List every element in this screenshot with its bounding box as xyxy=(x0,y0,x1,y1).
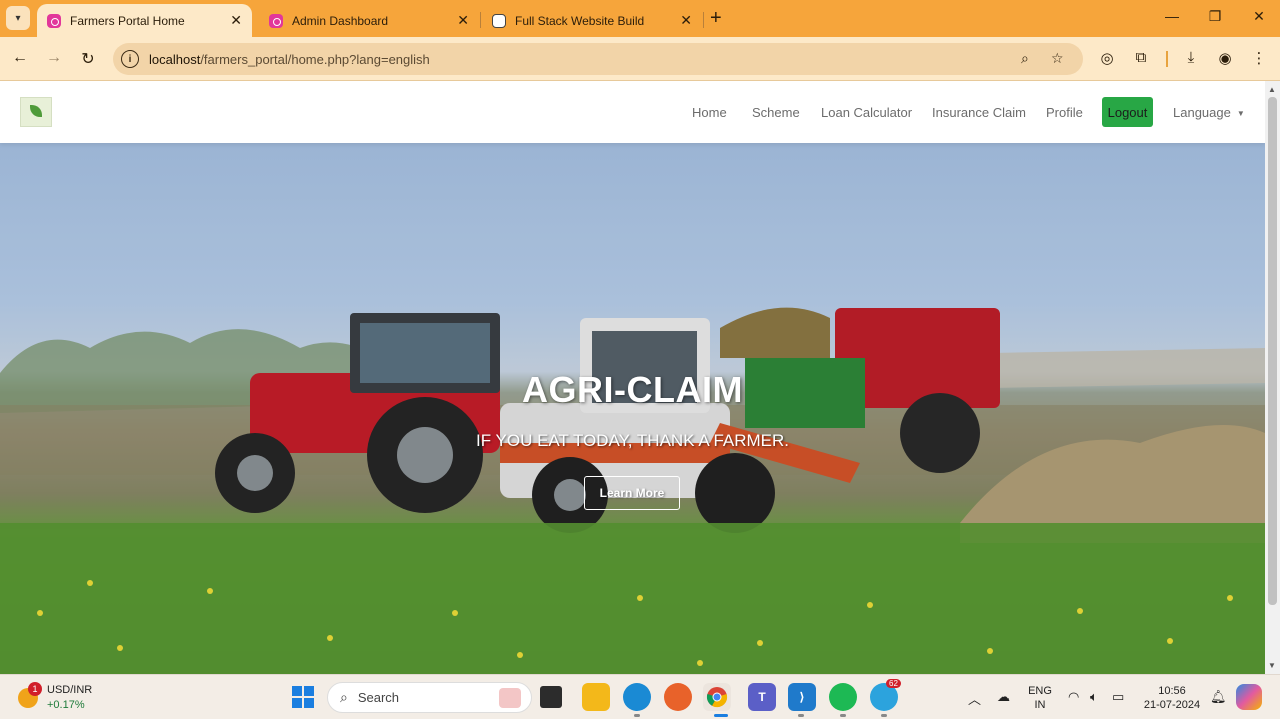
active-indicator xyxy=(714,714,728,717)
forward-arrow-icon[interactable]: → xyxy=(44,49,64,67)
restore-icon[interactable]: ❐ xyxy=(1205,8,1225,25)
site-favicon-icon xyxy=(269,13,283,28)
close-tab-icon[interactable]: ✕ xyxy=(230,12,242,29)
clock-date: 21-07-2024 xyxy=(1143,699,1201,711)
webpage-viewport: Home Scheme Loan Calculator Insurance Cl… xyxy=(0,81,1265,674)
currency-widget[interactable]: 1 USD/INR +0.17% xyxy=(18,682,93,713)
scroll-thumb[interactable] xyxy=(1268,97,1277,605)
chrome-icon[interactable] xyxy=(703,683,731,711)
spotify-icon[interactable] xyxy=(829,683,857,711)
taskbar-search[interactable]: ⌕ Search xyxy=(327,682,532,713)
battery-icon[interactable]: ▭ xyxy=(1112,689,1124,705)
running-indicator xyxy=(798,714,804,717)
download-icon[interactable]: ⤓ xyxy=(1180,49,1202,66)
address-bar[interactable]: i localhost/farmers_portal/home.php?lang… xyxy=(113,43,1083,75)
hero-title: AGRI-CLAIM xyxy=(522,369,743,410)
tab-divider xyxy=(703,12,704,28)
nav-language-dropdown[interactable]: Language ▼ xyxy=(1173,105,1245,120)
url-text[interactable]: localhost/farmers_portal/home.php?lang=e… xyxy=(149,52,430,67)
running-indicator xyxy=(840,714,846,717)
windows-start-icon[interactable] xyxy=(292,686,314,708)
kebab-menu-icon[interactable]: ⋮ xyxy=(1248,49,1270,67)
clock-time: 10:56 xyxy=(1158,685,1186,697)
nav-insurance-claim[interactable]: Insurance Claim xyxy=(932,105,1026,120)
currency-change: +0.17% xyxy=(47,699,85,711)
zoom-icon[interactable]: ⌕ xyxy=(1021,50,1029,67)
notification-bell-icon[interactable]: 🔔︎ xyxy=(1210,689,1227,705)
reload-icon[interactable]: ↻ xyxy=(78,49,98,69)
tab-title: Full Stack Website Build xyxy=(515,13,645,28)
extensions-puzzle-icon[interactable]: ⧉ xyxy=(1130,49,1152,66)
search-icon: ⌕ xyxy=(340,689,348,705)
edge-browser-icon[interactable] xyxy=(623,683,651,711)
search-placeholder: Search xyxy=(357,690,400,705)
task-view-icon[interactable] xyxy=(540,686,562,708)
nav-home[interactable]: Home xyxy=(692,105,727,120)
tab-divider xyxy=(480,12,481,28)
globe-icon xyxy=(492,13,506,28)
minimize-icon[interactable]: — xyxy=(1162,8,1182,24)
browser-tab-strip: ▾ Farmers Portal Home ✕ Admin Dashboard … xyxy=(0,0,1280,37)
back-arrow-icon[interactable]: ← xyxy=(10,49,30,67)
tray-chevron-up-icon[interactable]: ︿ xyxy=(968,689,981,708)
site-info-icon[interactable]: i xyxy=(121,50,139,68)
learn-more-button[interactable]: Learn More xyxy=(584,476,680,510)
tab-full-stack-website-build[interactable]: Full Stack Website Build ✕ xyxy=(482,4,702,37)
firefox-icon[interactable] xyxy=(664,683,692,711)
tab-admin-dashboard[interactable]: Admin Dashboard ✕ xyxy=(259,4,479,37)
windows-taskbar: 1 USD/INR +0.17% ⌕ Search T ⟩ 62 ︿ ☁ ENG xyxy=(0,674,1280,719)
url-host: localhost xyxy=(149,51,201,67)
logout-button[interactable]: Logout xyxy=(1102,97,1153,127)
chrome-logo-icon xyxy=(706,687,728,708)
close-tab-icon[interactable]: ✕ xyxy=(680,12,692,29)
copilot-icon[interactable] xyxy=(1236,684,1262,710)
widget-badge: 1 xyxy=(28,682,42,696)
toolbar-divider xyxy=(1166,51,1168,67)
tab-search-chevron-icon[interactable]: ▾ xyxy=(6,6,30,30)
url-path: /farmers_portal/home.php?lang=english xyxy=(200,51,430,67)
language-label: Language xyxy=(1173,105,1231,120)
teams-icon[interactable]: T xyxy=(748,683,776,711)
nav-scheme[interactable]: Scheme xyxy=(752,105,800,120)
vscode-icon[interactable]: ⟩ xyxy=(788,683,816,711)
leaf-icon xyxy=(30,105,42,117)
nav-profile[interactable]: Profile xyxy=(1046,105,1083,120)
wifi-icon[interactable]: ◠ xyxy=(1068,689,1079,705)
site-logo[interactable] xyxy=(20,97,52,127)
profile-avatar-icon[interactable]: ◉ xyxy=(1214,49,1236,67)
bookmark-star-icon[interactable]: ☆ xyxy=(1051,50,1064,67)
lang-line-1: ENG xyxy=(1028,685,1052,697)
browser-toolbar: ← → ↻ i localhost/farmers_portal/home.ph… xyxy=(0,37,1280,81)
caret-down-icon: ▼ xyxy=(1236,109,1245,119)
lang-line-2: IN xyxy=(1034,699,1046,711)
site-favicon-icon xyxy=(47,13,61,28)
google-lens-icon[interactable]: ◎ xyxy=(1096,49,1118,67)
stock-widget-icon: 1 xyxy=(18,682,42,708)
volume-icon[interactable]: 🔈︎ xyxy=(1090,689,1098,705)
file-explorer-icon[interactable] xyxy=(582,683,610,711)
clock[interactable]: 10:56 21-07-2024 xyxy=(1140,684,1204,712)
tab-farmers-portal-home[interactable]: Farmers Portal Home ✕ xyxy=(37,4,252,37)
tab-title: Farmers Portal Home xyxy=(70,13,185,28)
close-tab-icon[interactable]: ✕ xyxy=(457,12,469,29)
hero-subtitle: IF YOU EAT TODAY, THANK A FARMER. xyxy=(475,431,790,450)
close-window-icon[interactable]: ✕ xyxy=(1249,8,1269,25)
running-indicator xyxy=(634,714,640,717)
nav-loan-calculator[interactable]: Loan Calculator xyxy=(821,105,912,120)
telegram-badge: 62 xyxy=(886,679,901,688)
site-navbar: Home Scheme Loan Calculator Insurance Cl… xyxy=(0,81,1265,143)
onedrive-cloud-icon[interactable]: ☁ xyxy=(997,689,1010,705)
tab-title: Admin Dashboard xyxy=(292,13,389,28)
scroll-up-arrow-icon[interactable]: ▲ xyxy=(1268,85,1276,94)
currency-pair: USD/INR xyxy=(47,684,93,696)
input-language[interactable]: ENG IN xyxy=(1026,684,1054,712)
hero-banner: AGRI-CLAIM IF YOU EAT TODAY, THANK A FAR… xyxy=(0,143,1265,674)
new-tab-plus-icon[interactable]: + xyxy=(710,8,722,28)
search-highlight-icon xyxy=(499,688,521,708)
running-indicator xyxy=(881,714,887,717)
page-scrollbar[interactable]: ▲ ▼ xyxy=(1265,81,1280,674)
telegram-icon[interactable]: 62 xyxy=(870,679,901,711)
scroll-down-arrow-icon[interactable]: ▼ xyxy=(1268,661,1276,670)
